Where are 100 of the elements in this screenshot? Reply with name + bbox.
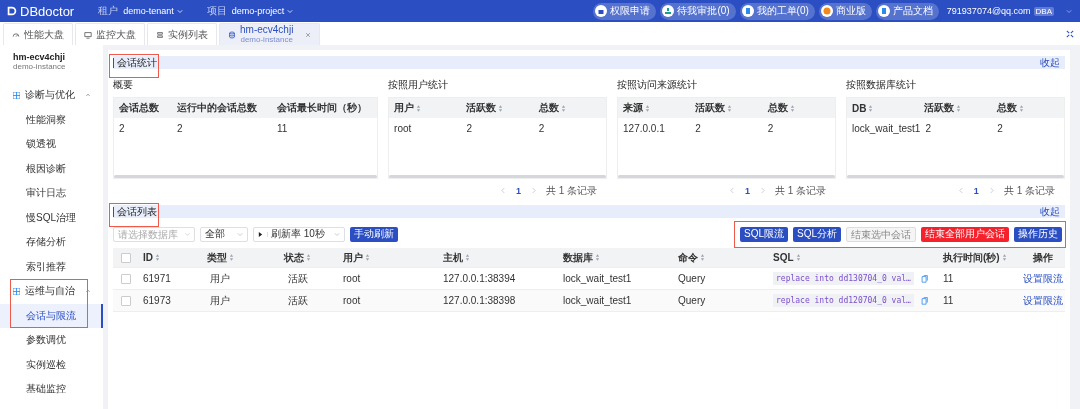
checkbox[interactable] [121,273,131,284]
fullscreen-icon[interactable] [1066,29,1074,38]
caret-icon[interactable] [1066,8,1072,14]
menu-item[interactable]: 锁透视 [0,132,103,157]
menu-item[interactable]: 性能洞察 [0,107,103,132]
refresh-button[interactable]: 手动刷新 [350,226,398,242]
table-cell-text: 2 [996,122,1004,134]
tab[interactable]: 性能大盘 [3,23,73,45]
scope-select[interactable]: 全部 [200,226,248,242]
header-button[interactable]: 商业版 [818,2,872,20]
action-button[interactable]: 结束全部用户会话 [921,226,1009,242]
table-cell-text: 127.0.0.1:38394 [442,273,517,284]
sort-icon[interactable] [727,104,733,112]
project-select[interactable]: demo-project [231,6,294,16]
next-page-icon[interactable] [759,187,765,194]
copy-icon[interactable] [920,296,928,305]
set-limit-link[interactable]: 设置限流 [1022,271,1063,286]
tab[interactable]: 监控大盘 [75,23,145,45]
menu-group[interactable]: 运维与自治 [0,279,103,304]
tenant-select[interactable]: demo-tenant [123,6,183,16]
sort-icon[interactable] [365,254,370,261]
page-number[interactable]: 1 [744,185,750,196]
tab[interactable]: 实例列表 [147,23,217,45]
table-cell-text: 11 [942,295,955,306]
sort-icon[interactable] [956,104,962,112]
table-cell-text: 用户 [209,271,231,286]
sort-icon[interactable] [1018,104,1024,112]
table-cell-text: 2 [537,122,546,134]
set-limit-link[interactable]: 设置限流 [1022,293,1063,308]
header-button[interactable]: 我的工单(0) [739,2,815,20]
document-icon [877,5,890,17]
user-email[interactable]: 791937074@qq.com [946,6,1031,16]
logo-text: DBdoctor [20,3,75,19]
sort-icon[interactable] [560,104,566,112]
sort-icon[interactable] [789,104,795,112]
sort-icon[interactable] [795,254,801,261]
header-button[interactable]: 待我审批(0) [660,2,736,20]
action-button[interactable]: 操作历史 [1014,226,1062,242]
scrollbar[interactable] [389,175,607,178]
collapse-link[interactable]: 收起 [1040,204,1060,219]
previous-page-icon[interactable] [958,187,964,194]
page-number[interactable]: 1 [515,185,521,196]
menu-item[interactable]: 基础监控 [0,377,103,402]
sort-icon[interactable] [228,254,234,261]
sort-icon[interactable] [595,254,600,261]
column-header: SQL [765,252,935,263]
menu-group[interactable]: 诊断与优化 [0,83,103,108]
sort-icon[interactable] [645,104,651,112]
sort-icon[interactable] [155,254,160,261]
sort-icon[interactable] [465,254,470,261]
sort-icon[interactable] [498,104,504,112]
close-icon[interactable] [305,31,312,38]
chevron-icon[interactable] [85,288,91,295]
action-button[interactable]: SQL分析 [793,226,841,242]
scrollbar[interactable] [618,175,835,178]
sort-icon[interactable] [1001,254,1007,261]
highlight-frame [109,54,159,78]
column-header: 状态 [260,250,335,265]
table-title: 按照用户统计 [388,78,450,92]
table-cell-text: 11 [276,122,289,134]
next-page-icon[interactable] [530,187,536,194]
page-number[interactable]: 1 [973,185,979,196]
checkbox[interactable] [121,295,131,306]
column-header: DB [847,102,920,114]
menu-item[interactable]: 根因诊断 [0,156,103,181]
menu-item[interactable]: 存储分析 [0,230,103,255]
database-select[interactable]: 请选择数据库 [113,226,195,242]
column-header: 总数 [533,101,607,115]
scrollbar[interactable] [114,175,378,178]
chevron-icon[interactable] [85,92,91,99]
previous-page-icon[interactable] [729,187,735,194]
table-cell-text: 活跃 [286,271,309,286]
refresh-select[interactable]: 刷新率 10秒 [253,226,345,242]
header-button[interactable]: 产品文档 [875,2,939,20]
table-cell-text: 2 [118,122,126,134]
tab[interactable]: hm-ecv4chji demo-instance [219,23,321,45]
sort-icon[interactable] [416,104,422,112]
previous-page-icon[interactable] [500,187,506,194]
sort-icon[interactable] [700,254,705,261]
table-title: 按照访问来源统计 [617,78,699,92]
menu-item[interactable]: 慢SQL治理 [0,205,103,230]
table-cell-text: root [393,122,413,134]
copy-icon[interactable] [920,274,928,283]
grid-icon [13,91,20,99]
next-page-icon[interactable] [988,187,994,194]
collapse-link[interactable]: 收起 [1040,55,1060,70]
menu-item[interactable]: 索引推荐 [0,254,103,279]
checkbox[interactable] [121,252,131,263]
menu-item[interactable]: 会话与限流 [0,303,103,328]
scrollbar[interactable] [847,175,1064,178]
action-button[interactable]: SQL限流 [739,226,788,242]
stamp-icon [662,5,675,17]
role-badge: DBA [1033,6,1054,16]
menu-item[interactable]: 实例巡检 [0,352,103,377]
menu-item[interactable]: 审计日志 [0,181,103,206]
header-button[interactable]: 权限申请 [593,2,657,20]
sort-icon[interactable] [868,104,874,112]
tenant-label: 租户 [98,4,119,18]
menu-item[interactable]: 参数调优 [0,328,103,353]
sort-icon[interactable] [306,254,311,261]
